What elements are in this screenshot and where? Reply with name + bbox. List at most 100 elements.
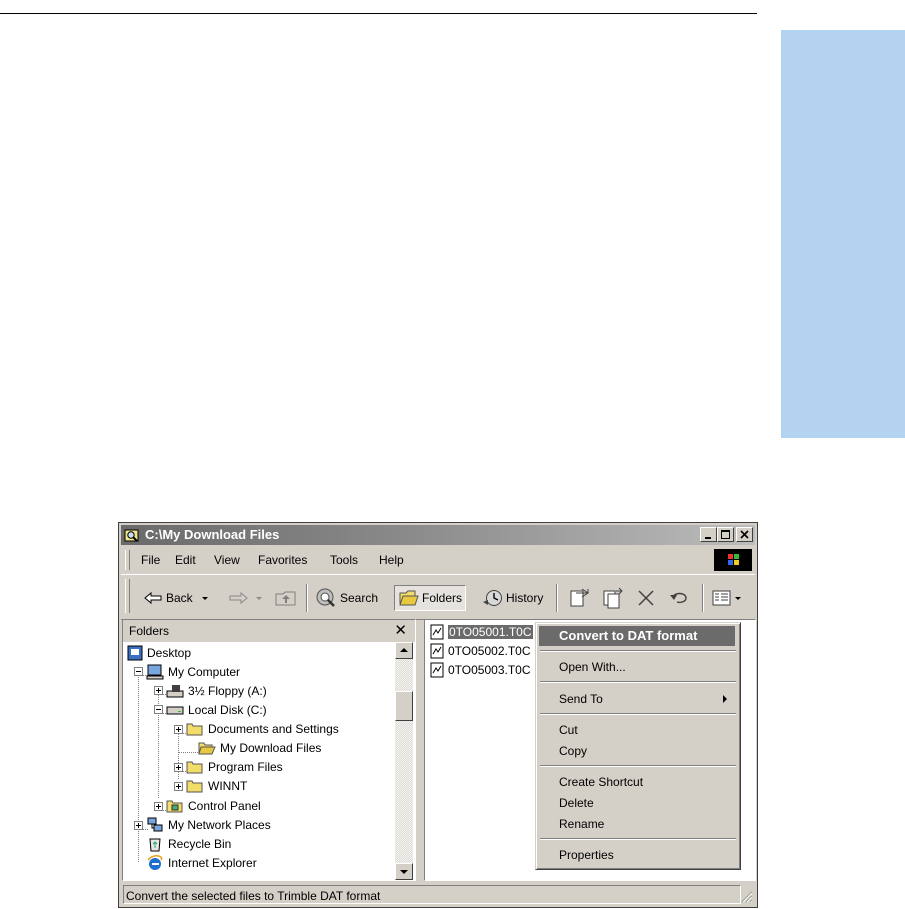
- status-bar: Convert the selected files to Trimble DA…: [121, 885, 755, 905]
- tree-connector: [178, 752, 198, 753]
- tree-item-documents-and-settings[interactable]: Documents and Settings: [186, 719, 339, 738]
- menu-help[interactable]: Help: [379, 553, 404, 567]
- folder-tree-scrollbar[interactable]: [395, 642, 413, 880]
- tree-collapse-icon[interactable]: [134, 667, 143, 676]
- menubar-grip[interactable]: [125, 550, 130, 570]
- tree-item-label: My Network Places: [168, 817, 271, 832]
- toolbar: Back Search Folders History: [121, 574, 755, 620]
- search-globe-icon: [316, 588, 335, 607]
- context-item-cut[interactable]: Cut: [539, 720, 735, 740]
- context-item-label: Cut: [559, 723, 578, 737]
- tree-item-my-download-files[interactable]: My Download Files: [198, 738, 321, 757]
- maximize-button[interactable]: [717, 527, 734, 542]
- status-text: Convert the selected files to Trimble DA…: [123, 885, 741, 904]
- tree-item-label: My Computer: [168, 664, 241, 679]
- history-button[interactable]: History: [482, 586, 543, 610]
- tree-expand-icon[interactable]: [174, 782, 183, 791]
- menu-separator: [540, 713, 736, 715]
- context-item-open-with[interactable]: Open With...: [539, 657, 735, 677]
- toolbar-grip[interactable]: [125, 579, 130, 613]
- tree-expand-icon[interactable]: [154, 686, 163, 695]
- search-label: Search: [340, 591, 379, 605]
- file-name: 0TO05003.T0C: [448, 663, 531, 677]
- tree-collapse-icon[interactable]: [154, 705, 163, 714]
- folders-label: Folders: [422, 591, 463, 605]
- tree-item-control-panel[interactable]: Control Panel: [166, 796, 261, 815]
- scroll-up-arrow-icon: [400, 648, 408, 652]
- scrollbar-track[interactable]: [395, 659, 413, 863]
- context-item-rename[interactable]: Rename: [539, 814, 735, 834]
- scrollbar-thumb[interactable]: [395, 691, 413, 721]
- explorer-search-icon: [124, 529, 139, 542]
- context-item-copy[interactable]: Copy: [539, 741, 735, 761]
- back-button[interactable]: Back: [143, 586, 211, 610]
- undo-button[interactable]: [668, 586, 692, 610]
- menu-view[interactable]: View: [214, 553, 240, 567]
- file-item[interactable]: 0TO05003.T0C: [429, 661, 531, 679]
- views-button[interactable]: [711, 586, 743, 610]
- title-bar[interactable]: C:\My Download Files: [121, 525, 755, 545]
- folders-pane-title: Folders: [129, 624, 170, 638]
- menu-edit[interactable]: Edit: [175, 553, 196, 567]
- context-item-convert-to-dat[interactable]: Convert to DAT format: [539, 626, 735, 646]
- views-dropdown-icon[interactable]: [733, 593, 743, 603]
- forward-dropdown-icon[interactable]: [253, 593, 265, 603]
- tree-item-label: 3½ Floppy (A:): [188, 683, 267, 698]
- back-dropdown-icon[interactable]: [199, 593, 211, 603]
- up-folder-button[interactable]: [274, 586, 298, 610]
- tree-item-label: Program Files: [208, 759, 283, 774]
- tree-item-local-disk[interactable]: Local Disk (C:): [166, 700, 267, 719]
- tree-expand-icon[interactable]: [174, 725, 183, 734]
- copy-to-button[interactable]: [601, 586, 625, 610]
- menu-separator: [540, 681, 736, 683]
- data-file-icon: [430, 624, 444, 640]
- context-item-label: Convert to DAT format: [559, 628, 698, 643]
- tree-item-floppy[interactable]: 3½ Floppy (A:): [166, 681, 267, 700]
- delete-x-icon: [638, 590, 654, 606]
- folders-pane-close-icon[interactable]: ✕: [394, 621, 407, 639]
- tree-item-label: Control Panel: [188, 798, 261, 813]
- scroll-up-button[interactable]: [395, 642, 413, 659]
- tree-item-desktop[interactable]: Desktop: [127, 643, 191, 662]
- delete-button[interactable]: [635, 586, 657, 610]
- close-button[interactable]: [736, 527, 753, 542]
- desktop-icon: [127, 645, 143, 660]
- context-item-label: Send To: [559, 692, 603, 706]
- back-label: Back: [166, 591, 193, 605]
- forward-button[interactable]: [227, 586, 265, 610]
- tree-item-recycle-bin[interactable]: Recycle Bin: [146, 834, 231, 853]
- side-tab-panel: [781, 30, 905, 438]
- move-to-icon: [570, 588, 589, 607]
- tree-expand-icon[interactable]: [154, 802, 163, 811]
- search-button[interactable]: Search: [315, 586, 378, 610]
- tree-item-program-files[interactable]: Program Files: [186, 757, 283, 776]
- move-to-button[interactable]: [568, 586, 592, 610]
- menu-separator: [540, 838, 736, 840]
- tree-item-my-computer[interactable]: My Computer: [146, 662, 240, 681]
- undo-icon: [670, 592, 687, 604]
- tree-item-internet-explorer[interactable]: Internet Explorer: [146, 853, 257, 872]
- file-item[interactable]: 0TO05001.T0C: [429, 623, 533, 641]
- hard-disk-icon: [166, 706, 184, 714]
- tree-item-my-network-places[interactable]: My Network Places: [146, 815, 271, 834]
- submenu-arrow-icon: [723, 695, 727, 703]
- scroll-down-arrow-icon: [400, 870, 408, 874]
- tree-expand-icon[interactable]: [174, 763, 183, 772]
- context-item-send-to[interactable]: Send To: [539, 689, 735, 709]
- tree-expand-icon[interactable]: [134, 821, 143, 830]
- file-item[interactable]: 0TO05002.T0C: [429, 642, 531, 660]
- resize-grip-icon[interactable]: [741, 891, 753, 903]
- top-rule: [0, 13, 757, 14]
- context-item-delete[interactable]: Delete: [539, 793, 735, 813]
- menu-favorites[interactable]: Favorites: [258, 553, 307, 567]
- menu-tools[interactable]: Tools: [330, 553, 358, 567]
- tree-item-winnt[interactable]: WINNT: [186, 776, 247, 795]
- context-item-create-shortcut[interactable]: Create Shortcut: [539, 772, 735, 792]
- minimize-button[interactable]: [700, 527, 717, 542]
- context-item-properties[interactable]: Properties: [539, 845, 735, 865]
- folders-button[interactable]: Folders: [394, 585, 467, 611]
- menu-separator: [540, 650, 736, 652]
- scroll-down-button[interactable]: [395, 863, 413, 880]
- tree-item-label: Desktop: [147, 645, 192, 660]
- menu-file[interactable]: File: [141, 553, 160, 567]
